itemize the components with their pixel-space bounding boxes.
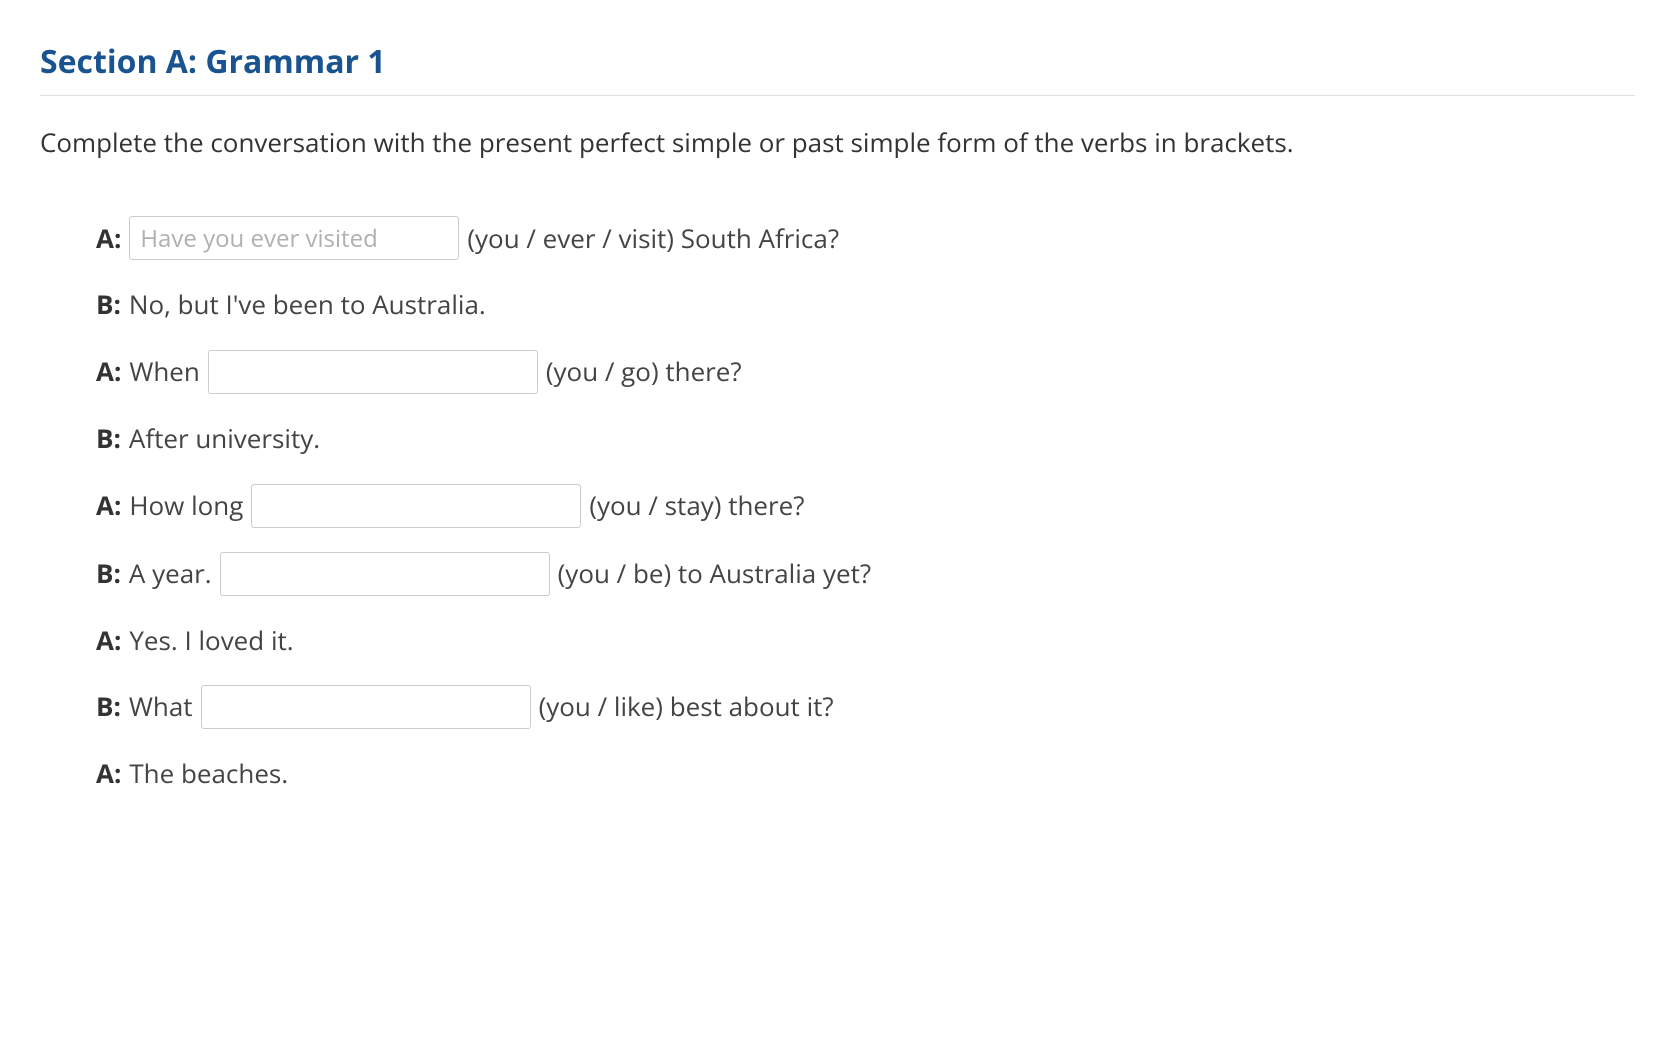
speaker-label: B:	[96, 418, 121, 460]
conversation-line: A: When (you / go) there?	[96, 350, 1635, 394]
conversation-line: B: What (you / like) best about it?	[96, 685, 1635, 729]
speaker-label: B:	[96, 284, 121, 326]
answer-input-2[interactable]	[208, 350, 538, 394]
answer-input-1[interactable]	[129, 216, 459, 260]
section-title: Section A: Grammar 1	[40, 40, 1635, 83]
conversation-line: A: Yes. I loved it.	[96, 620, 1635, 662]
hint-text: (you / go) there?	[546, 351, 742, 393]
dialogue-text: What	[129, 686, 193, 728]
dialogue-text: Yes. I loved it.	[129, 620, 293, 662]
dialogue-text: A year.	[129, 553, 212, 595]
answer-input-4[interactable]	[220, 552, 550, 596]
speaker-label: B:	[96, 553, 121, 595]
conversation-line: B: A year. (you / be) to Australia yet?	[96, 552, 1635, 596]
speaker-label: A:	[96, 351, 121, 393]
speaker-label: A:	[96, 218, 121, 260]
conversation-line: A: (you / ever / visit) South Africa?	[96, 216, 1635, 260]
dialogue-text: When	[129, 351, 200, 393]
speaker-label: A:	[96, 620, 121, 662]
answer-input-3[interactable]	[251, 484, 581, 528]
dialogue-text: The beaches.	[129, 753, 288, 795]
conversation-line: A: The beaches.	[96, 753, 1635, 795]
dialogue-text: After university.	[129, 418, 320, 460]
speaker-label: A:	[96, 485, 121, 527]
conversation-line: B: After university.	[96, 418, 1635, 460]
hint-text: (you / be) to Australia yet?	[558, 553, 871, 595]
answer-input-5[interactable]	[201, 685, 531, 729]
dialogue-text: How long	[129, 485, 243, 527]
hint-text: (you / ever / visit) South Africa?	[467, 218, 839, 260]
speaker-label: A:	[96, 753, 121, 795]
dialogue-text: No, but I've been to Australia.	[129, 284, 486, 326]
hint-text: (you / stay) there?	[589, 485, 804, 527]
instructions-text: Complete the conversation with the prese…	[40, 124, 1600, 160]
conversation-container: A: (you / ever / visit) South Africa? B:…	[40, 216, 1635, 794]
speaker-label: B:	[96, 686, 121, 728]
hint-text: (you / like) best about it?	[539, 686, 834, 728]
conversation-line: A: How long (you / stay) there?	[96, 484, 1635, 528]
section-divider	[40, 95, 1635, 96]
conversation-line: B: No, but I've been to Australia.	[96, 284, 1635, 326]
